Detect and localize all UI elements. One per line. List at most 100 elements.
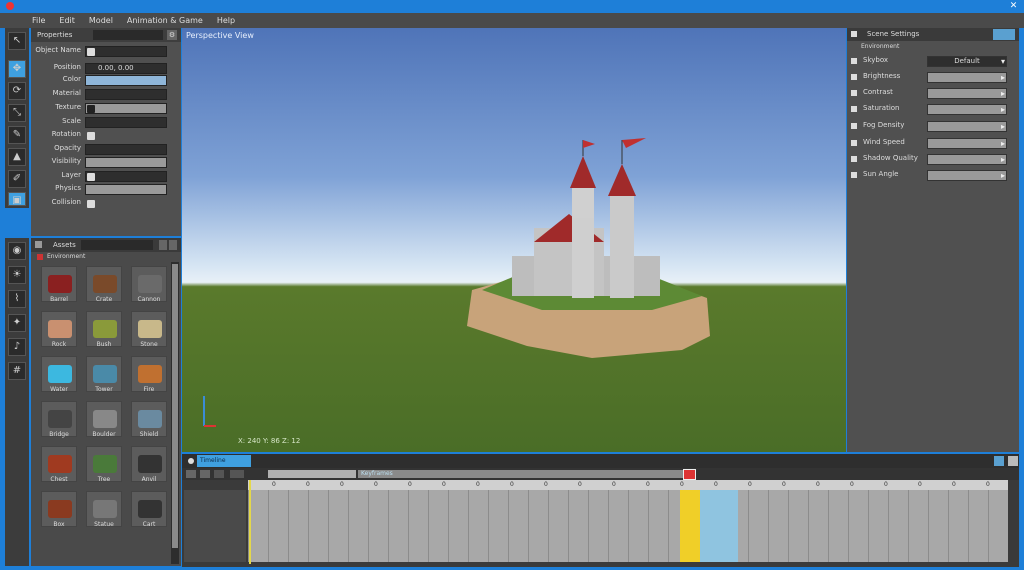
asset-label: Cannon [137,296,161,303]
path-icon[interactable]: ⌇ [8,290,26,308]
expand-icon[interactable] [994,456,1004,466]
asset-search[interactable] [81,240,153,250]
asset-thumbnail [48,455,72,473]
checkbox[interactable] [87,200,95,208]
sound-icon[interactable]: ♪ [8,338,26,356]
title-bar: ✕ [0,0,1024,13]
prop-input[interactable] [85,103,167,114]
menu-animation-game[interactable]: Animation & Game [127,16,203,25]
toggle-icon[interactable] [851,156,857,162]
scene-setting-row: Brightness ▸ [847,72,1019,84]
prop-row: Color [31,75,181,87]
toggle-icon[interactable] [851,172,857,178]
paint-icon[interactable]: ✎ [8,126,26,144]
toggle-panel-icon[interactable] [993,29,1015,40]
tower-roof [570,156,596,188]
scene-setting-slider[interactable] [927,121,1007,132]
chevron-down-icon[interactable]: ▾ [1001,57,1005,66]
selected-keyframe-range[interactable] [680,490,700,562]
timeline-header [182,454,1019,468]
toggle-icon[interactable] [851,58,857,64]
pin-icon[interactable]: ⚙ [167,30,177,40]
properties-search[interactable] [93,30,163,40]
prop-row: Layer [31,171,181,183]
timeline-tick-label: 0 [782,481,786,488]
record-icon[interactable] [188,458,194,464]
asset-thumbnail [138,275,162,293]
scene-setting-slider[interactable] [927,104,1007,115]
scene-setting-slider[interactable] [927,88,1007,99]
particle-icon[interactable]: ✦ [8,314,26,332]
timeline-tick-label: 0 [442,481,446,488]
scene-setting-slider[interactable] [927,154,1007,165]
asset-label: Stone [140,341,158,348]
scale-icon[interactable]: ⤡ [8,104,26,122]
slider-arrow-icon[interactable]: ▸ [1001,73,1005,82]
prop-input[interactable] [85,184,167,195]
slider-arrow-icon[interactable]: ▸ [1001,105,1005,114]
toggle-icon[interactable] [851,74,857,80]
color-swatch[interactable] [85,75,167,86]
slider-arrow-icon[interactable]: ▸ [1001,171,1005,180]
timeline-tab[interactable]: Timeline Animation [197,455,251,476]
scene-setting-slider[interactable] [927,72,1007,83]
prop-input[interactable] [85,144,167,155]
close-timeline-icon[interactable] [1008,456,1018,466]
timeline-ruler[interactable] [248,480,1008,490]
timeline-tick-label: 0 [306,481,310,488]
prop-input[interactable]: 0.00, 0.00 [85,63,167,74]
menu-help[interactable]: Help [217,16,235,25]
camera-icon[interactable]: ◉ [8,242,26,260]
timeline-range[interactable] [268,470,356,478]
slider-arrow-icon[interactable]: ▸ [1001,122,1005,131]
checkbox[interactable] [87,132,95,140]
rotate-icon[interactable]: ⟳ [8,82,26,100]
loop-icon[interactable] [214,470,224,478]
timeline-marker[interactable] [683,469,696,480]
playhead[interactable] [249,480,251,564]
scene-setting-row: Shadow Quality ▸ [847,154,1019,166]
prop-input[interactable] [85,46,167,57]
toggle-icon[interactable] [851,90,857,96]
play-icon[interactable] [186,470,196,478]
menu-edit[interactable]: Edit [59,16,75,25]
asset-label: Shield [139,431,159,438]
prop-input[interactable] [85,171,167,182]
scene-setting-label: Brightness [863,72,901,80]
close-icon[interactable]: ✕ [1008,1,1019,12]
timeline-range-bar[interactable]: Keyframes [358,470,683,478]
slider-arrow-icon[interactable]: ▸ [1001,89,1005,98]
toggle-icon[interactable] [851,123,857,129]
menu-model[interactable]: Model [89,16,113,25]
selected-clip[interactable] [700,490,738,562]
select-icon[interactable]: ▣ [8,192,26,206]
slider-arrow-icon[interactable]: ▸ [1001,139,1005,148]
stop-icon[interactable] [200,470,210,478]
prop-row: Physics [31,184,181,196]
cursor-icon[interactable]: ↖ [8,32,26,50]
prop-input[interactable] [85,89,167,100]
scroll-thumb[interactable] [172,264,178,548]
asset-scrollbar[interactable] [171,262,179,564]
list-view-icon[interactable] [159,240,167,250]
eyedropper-icon[interactable]: ✐ [8,170,26,188]
scene-setting-slider[interactable] [927,138,1007,149]
prop-input[interactable] [85,157,167,168]
terrain-icon[interactable]: ▲ [8,148,26,166]
timeline-tracks[interactable] [248,490,1008,562]
grid-icon[interactable]: # [8,362,26,380]
keyframe-icon[interactable] [230,470,244,478]
light-icon[interactable]: ☀ [8,266,26,284]
asset-label: Barrel [50,296,68,303]
skybox-dropdown[interactable]: Default [927,56,1007,67]
menu-file[interactable]: File [32,16,45,25]
move-icon[interactable]: ✥ [8,60,26,78]
scene-setting-slider[interactable] [927,170,1007,181]
timeline-tick-label: 0 [374,481,378,488]
prop-input[interactable] [85,117,167,128]
toggle-icon[interactable] [851,140,857,146]
slider-arrow-icon[interactable]: ▸ [1001,155,1005,164]
toggle-icon[interactable] [851,106,857,112]
grid-view-icon[interactable] [169,240,177,250]
3d-viewport[interactable] [182,28,846,452]
